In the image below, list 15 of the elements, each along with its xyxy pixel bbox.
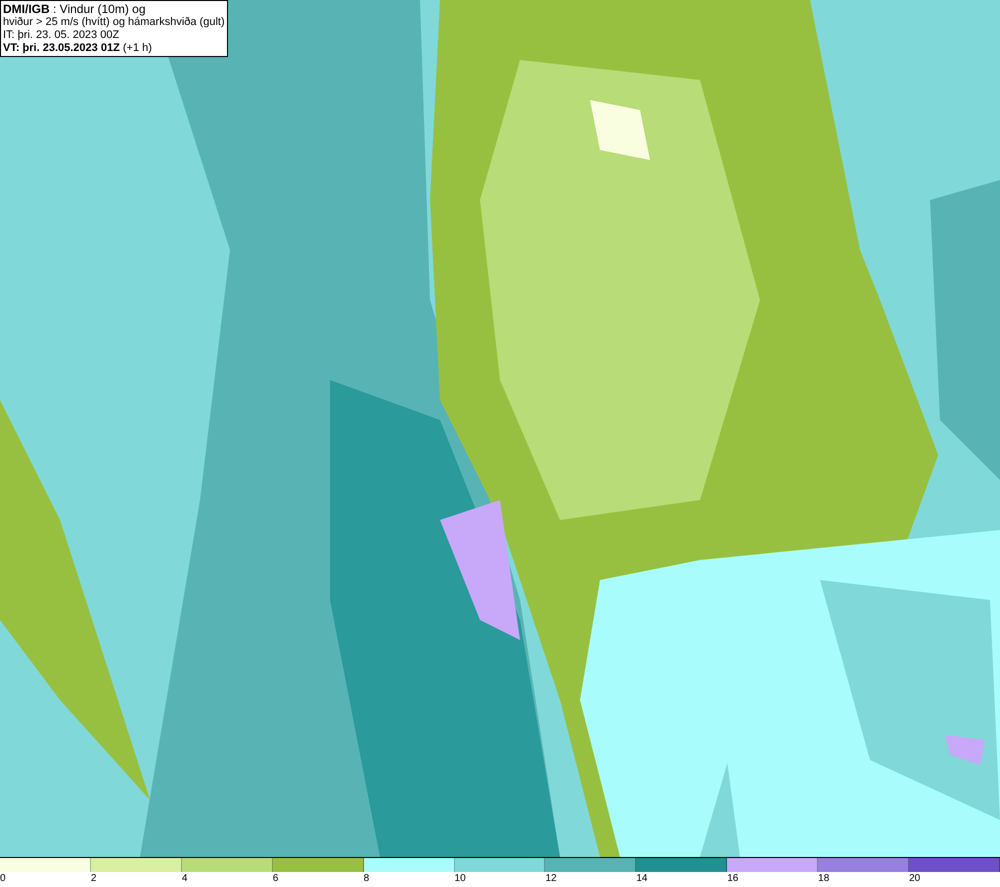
- legend-label: 10: [454, 872, 466, 886]
- legend-label: 16: [727, 872, 738, 886]
- legend-label: 4: [182, 872, 188, 886]
- header-line: DMI/IGB : Vindur (10m) og: [3, 2, 146, 16]
- legend-label: 8: [364, 872, 370, 886]
- legend-label: 20: [909, 872, 920, 886]
- legend-label: 2: [90, 872, 96, 886]
- legend-label: 14: [636, 872, 648, 886]
- header-line: VT: þri. 23.05.2023 01Z (+1 h): [3, 42, 153, 55]
- header-line: hviður > 25 m/s (hvítt) og hámarkshviða (gult): [3, 16, 225, 29]
- legend-label: 18: [818, 872, 830, 886]
- legend-label: 12: [545, 872, 557, 886]
- header-line: IT: þri. 23. 05. 2023 00Z: [3, 29, 120, 42]
- legend-label: 6: [272, 872, 278, 886]
- legend-label: 0: [0, 872, 6, 886]
